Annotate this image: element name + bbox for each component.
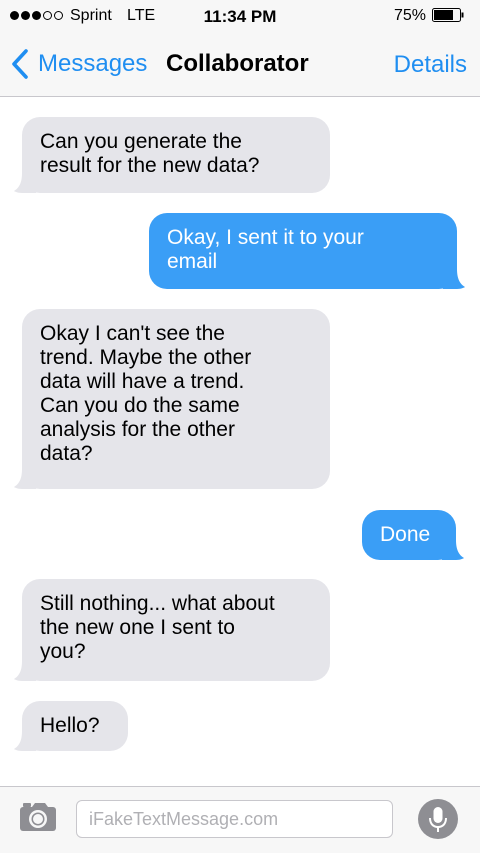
back-button[interactable]: Messages xyxy=(10,46,147,82)
message-bubble-outgoing[interactable]: Done xyxy=(362,510,464,560)
bubble-tail-outgoing xyxy=(442,540,464,560)
message-line: Okay I can't see the xyxy=(40,322,225,345)
message-line: you? xyxy=(40,640,86,663)
message-bubble-incoming[interactable]: Hello? xyxy=(14,701,128,751)
message-line: email xyxy=(167,250,218,273)
bubble-tail-incoming xyxy=(14,173,36,193)
message-line: Can you do the same xyxy=(40,394,240,417)
battery-fill xyxy=(434,10,453,20)
bubble-tail-outgoing xyxy=(443,269,465,289)
message-line: Okay, I sent it to your xyxy=(167,226,364,249)
message-bubble-outgoing[interactable]: Okay, I sent it to your email xyxy=(149,213,465,289)
message-line: analysis for the other xyxy=(40,418,235,441)
message-line: Can you generate the xyxy=(40,130,242,153)
message-thread: Can you generate the result for the new … xyxy=(0,97,480,786)
battery-percent: 75% xyxy=(394,7,427,24)
bubble-tail-incoming xyxy=(14,469,36,489)
chevron-left-icon xyxy=(12,49,28,79)
bubble-tail-incoming xyxy=(14,731,36,751)
camera-icon[interactable] xyxy=(19,801,57,833)
status-bar: Sprint LTE 11:34 PM 75% xyxy=(0,0,480,32)
back-label: Messages xyxy=(38,50,148,77)
message-line: data? xyxy=(40,442,93,465)
microphone-button[interactable] xyxy=(418,799,458,839)
conversation-title: Collaborator xyxy=(166,50,309,77)
message-bubble-incoming[interactable]: Still nothing... what about the new one … xyxy=(14,579,330,681)
message-line: Hello? xyxy=(40,714,100,737)
message-bubble-incoming[interactable]: Okay I can't see the trend. Maybe the ot… xyxy=(14,309,330,489)
bubble-tail-incoming xyxy=(14,661,36,681)
message-line: the new one I sent to xyxy=(40,616,235,639)
message-input[interactable] xyxy=(76,800,393,838)
message-bubble-incoming[interactable]: Can you generate the result for the new … xyxy=(14,117,330,193)
message-line: trend. Maybe the other xyxy=(40,346,252,369)
message-line: Still nothing... what about xyxy=(40,592,275,615)
compose-bar xyxy=(0,786,480,853)
details-button[interactable]: Details xyxy=(394,51,467,79)
microphone-icon xyxy=(429,807,447,832)
message-line: result for the new data? xyxy=(40,154,260,177)
battery-icon xyxy=(432,8,464,22)
message-line: Done xyxy=(380,523,431,546)
nav-bar: Messages Collaborator Details xyxy=(0,32,480,97)
message-line: data will have a trend. xyxy=(40,370,245,393)
